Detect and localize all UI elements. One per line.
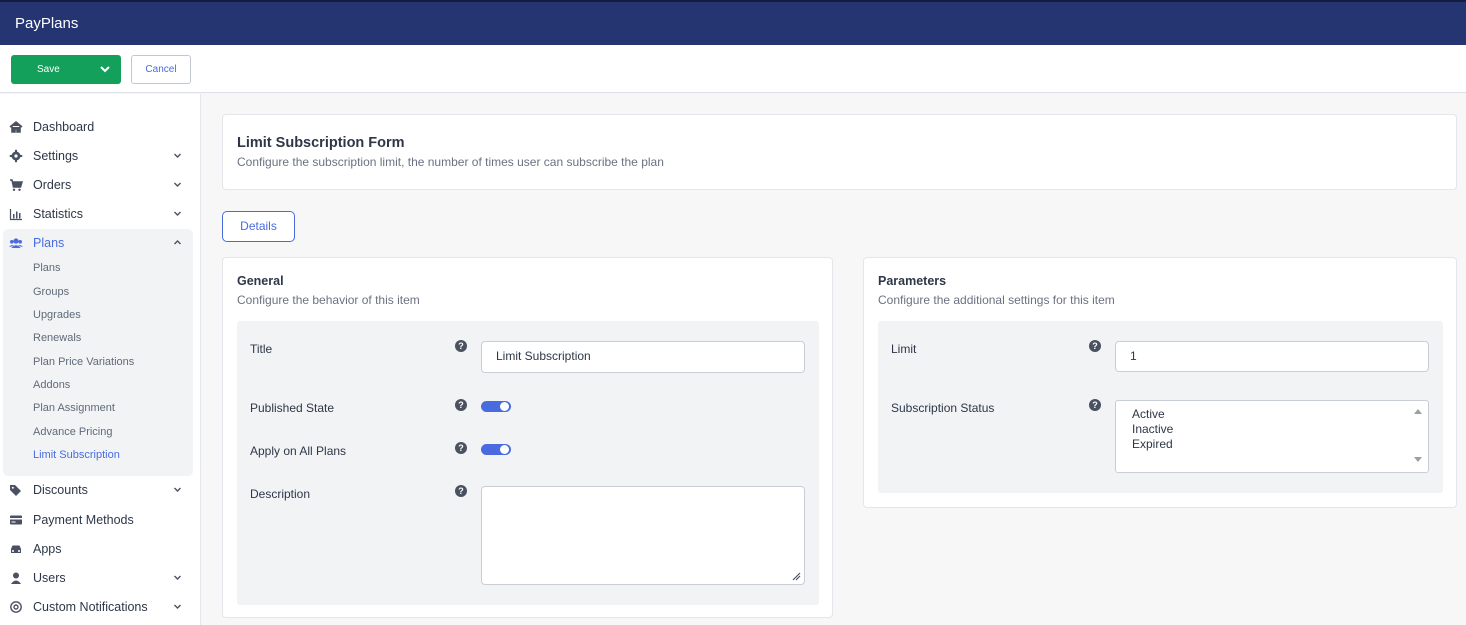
gear-icon — [9, 149, 23, 163]
form-header-panel: Limit Subscription Form Configure the su… — [222, 114, 1457, 190]
help-icon[interactable]: ? — [455, 485, 467, 497]
general-subtitle: Configure the behavior of this item — [237, 293, 420, 307]
scroll-up-arrow[interactable] — [1414, 409, 1422, 414]
chevron-up-icon — [174, 240, 181, 245]
general-panel: General Configure the behavior of this i… — [222, 257, 833, 618]
cart-icon — [10, 179, 23, 191]
status-option-active[interactable]: Active — [1132, 407, 1165, 421]
credit-card-icon — [10, 515, 22, 525]
svg-text:?: ? — [458, 341, 464, 351]
sidebar-item-settings[interactable]: Settings — [0, 143, 201, 169]
apply-all-plans-toggle[interactable] — [481, 444, 511, 455]
sidebar-item-apps[interactable]: Apps — [0, 536, 201, 562]
submenu-item-upgrades[interactable]: Upgrades — [33, 309, 81, 321]
sidebar-item-plans[interactable]: Plans — [0, 230, 201, 256]
top-bar: PayPlans — [0, 0, 1466, 45]
subscription-status-select[interactable]: Active Inactive Expired — [1115, 400, 1429, 473]
submenu-item-plans[interactable]: Plans — [33, 262, 61, 274]
chevron-down-icon — [174, 604, 181, 609]
svg-text:?: ? — [1092, 400, 1098, 410]
parameters-fields: Limit ? 1 Subscription Status ? Active I… — [878, 321, 1443, 493]
scroll-down-arrow[interactable] — [1414, 457, 1422, 462]
title-label: Title — [250, 342, 273, 356]
chevron-down-icon — [174, 487, 181, 492]
cancel-button[interactable]: Cancel — [131, 55, 191, 84]
sidebar: Dashboard Settings Orders Statistics Pla… — [0, 94, 201, 625]
chevron-down-icon[interactable] — [99, 63, 111, 75]
submenu-item-advance-pricing[interactable]: Advance Pricing — [33, 426, 113, 438]
sidebar-item-payment-methods[interactable]: Payment Methods — [0, 507, 201, 533]
sidebar-item-statistics[interactable]: Statistics — [0, 201, 201, 227]
home-icon — [9, 120, 23, 133]
bar-chart-icon — [9, 209, 22, 221]
page-title: Limit Subscription Form — [237, 135, 405, 151]
submenu-item-renewals[interactable]: Renewals — [33, 332, 81, 344]
svg-text:?: ? — [458, 443, 464, 453]
app-title: PayPlans — [15, 15, 79, 32]
description-label: Description — [250, 487, 311, 501]
general-title: General — [237, 274, 284, 288]
submenu-item-plan-assignment[interactable]: Plan Assignment — [33, 402, 115, 414]
chevron-down-icon — [174, 182, 181, 187]
limit-label: Limit — [891, 342, 917, 356]
subscription-status-label: Subscription Status — [891, 401, 995, 415]
published-state-label: Published State — [250, 401, 335, 415]
user-icon — [11, 572, 21, 584]
status-option-inactive[interactable]: Inactive — [1132, 422, 1173, 436]
plans-group — [3, 229, 193, 476]
published-state-toggle[interactable] — [481, 401, 511, 412]
tab-details[interactable]: Details — [222, 211, 295, 242]
svg-text:?: ? — [458, 486, 464, 496]
status-option-expired[interactable]: Expired — [1132, 437, 1173, 451]
parameters-title: Parameters — [878, 274, 947, 288]
apply-all-plans-label: Apply on All Plans — [250, 444, 347, 458]
title-input[interactable]: Limit Subscription — [481, 341, 805, 373]
sidebar-item-discounts[interactable]: Discounts — [0, 477, 201, 503]
tags-icon — [10, 485, 21, 496]
toolbar: Save Cancel — [0, 45, 1466, 93]
svg-text:?: ? — [458, 400, 464, 410]
chevron-down-icon — [174, 211, 181, 216]
resize-handle-icon[interactable] — [792, 572, 801, 581]
help-icon[interactable]: ? — [455, 399, 467, 411]
general-fields: Title ? Limit Subscription Published Sta… — [237, 321, 819, 605]
help-icon[interactable]: ? — [455, 442, 467, 454]
limit-input[interactable]: 1 — [1115, 341, 1429, 372]
submenu-item-limit-subscription[interactable]: Limit Subscription — [33, 449, 120, 461]
at-icon — [10, 601, 22, 613]
car-icon — [11, 545, 21, 553]
parameters-panel: Parameters Configure the additional sett… — [863, 257, 1457, 508]
save-button[interactable]: Save — [11, 55, 121, 84]
parameters-subtitle: Configure the additional settings for th… — [878, 293, 1115, 307]
sidebar-item-orders[interactable]: Orders — [0, 172, 201, 198]
chevron-down-icon — [174, 575, 181, 580]
sidebar-item-users[interactable]: Users — [0, 565, 201, 591]
sidebar-item-custom-notifications[interactable]: Custom Notifications — [0, 594, 201, 620]
users-icon — [9, 238, 23, 248]
svg-text:?: ? — [1092, 341, 1098, 351]
save-button-label: Save — [37, 64, 60, 75]
help-icon[interactable]: ? — [1089, 399, 1101, 411]
submenu-item-groups[interactable]: Groups — [33, 286, 69, 298]
help-icon[interactable]: ? — [1089, 340, 1101, 352]
help-icon[interactable]: ? — [455, 340, 467, 352]
description-textarea[interactable] — [481, 486, 805, 585]
page-subtitle: Configure the subscription limit, the nu… — [237, 155, 664, 169]
submenu-item-plan-price-variations[interactable]: Plan Price Variations — [33, 356, 134, 368]
sidebar-item-dashboard[interactable]: Dashboard — [0, 114, 201, 140]
chevron-down-icon — [174, 153, 181, 158]
submenu-item-addons[interactable]: Addons — [33, 379, 70, 391]
